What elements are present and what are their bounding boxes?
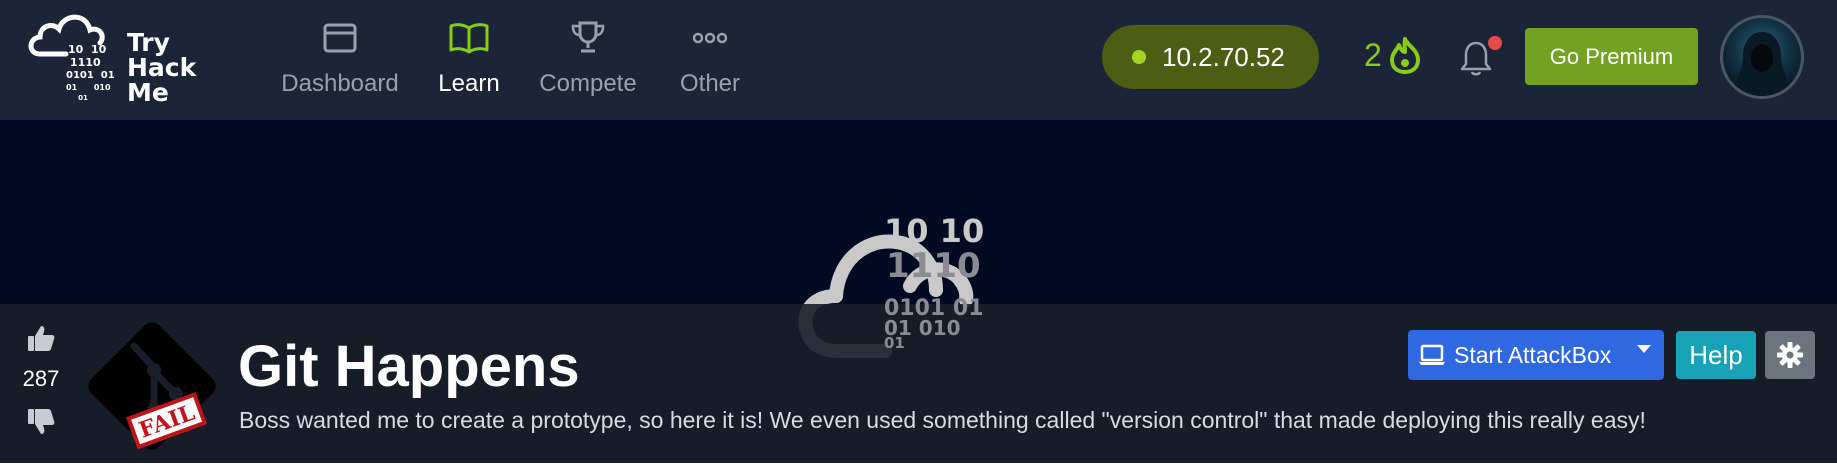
thumbs-down-icon[interactable]	[25, 406, 57, 438]
logo-wordmark: Try Hack Me	[127, 30, 196, 105]
nav-compete[interactable]: Compete	[538, 18, 638, 98]
trophy-icon	[568, 18, 608, 58]
git-fail-room-icon: FAIL	[88, 322, 216, 450]
help-button[interactable]: Help	[1676, 331, 1756, 379]
streak-counter[interactable]: 2	[1364, 36, 1422, 74]
nav-dashboard-label: Dashboard	[281, 70, 399, 97]
browser-window-icon	[323, 18, 357, 58]
tryhackme-logo[interactable]: 10 10 1110 0101 01 01 010 01 Try Hack Me	[26, 6, 216, 112]
start-attackbox-label: Start AttackBox	[1454, 341, 1612, 368]
machine-ip-address: 10.2.70.52	[1162, 41, 1285, 72]
connection-status-dot-icon	[1132, 50, 1146, 64]
nav-learn[interactable]: Learn	[438, 18, 500, 98]
nav-learn-label: Learn	[438, 70, 500, 97]
gear-icon	[1777, 342, 1803, 368]
open-book-icon	[448, 18, 490, 58]
page-bottom-edge	[0, 463, 1837, 469]
room-vote-widget: 287	[18, 322, 64, 438]
room-settings-button[interactable]	[1765, 331, 1815, 379]
logo-binary-3: 0101 01	[66, 70, 115, 81]
laptop-icon	[1419, 344, 1445, 365]
logo-binary-1: 10 10	[68, 43, 107, 56]
hooded-figure-avatar-icon	[1731, 32, 1793, 96]
nav-dashboard[interactable]: Dashboard	[281, 18, 399, 98]
user-avatar[interactable]	[1720, 15, 1804, 99]
nav-other[interactable]: Other	[677, 18, 743, 98]
logo-word-hack: Hack	[127, 53, 197, 82]
logo-word-me: Me	[127, 78, 169, 107]
room-description: Boss wanted me to create a prototype, so…	[239, 407, 1646, 433]
hero-binary-5: 01	[884, 334, 905, 352]
streak-count: 2	[1364, 36, 1382, 73]
nav-compete-label: Compete	[539, 70, 637, 97]
machine-ip-pill[interactable]: 10.2.70.52	[1102, 25, 1319, 89]
logo-binary-5: 01	[66, 94, 88, 102]
go-premium-button[interactable]: Go Premium	[1525, 28, 1698, 85]
nav-other-label: Other	[679, 70, 741, 97]
vote-count: 287	[22, 366, 60, 391]
top-navbar: 10 10 1110 0101 01 01 010 01 Try Hack Me…	[0, 0, 1837, 120]
hero-binary-1: 10 10	[884, 212, 985, 250]
logo-binary-2: 1110	[70, 56, 101, 69]
ellipsis-icon	[692, 18, 728, 58]
start-attackbox-button[interactable]: Start AttackBox	[1408, 330, 1664, 380]
thumbs-up-icon[interactable]	[25, 322, 57, 354]
logo-word-try: Try	[127, 28, 170, 57]
room-title: Git Happens	[238, 334, 580, 399]
hero-binary-2: 1110	[886, 246, 981, 286]
notification-badge	[1488, 36, 1502, 50]
attackbox-dropdown-caret-icon[interactable]	[1637, 345, 1651, 353]
flame-icon	[1389, 37, 1420, 74]
